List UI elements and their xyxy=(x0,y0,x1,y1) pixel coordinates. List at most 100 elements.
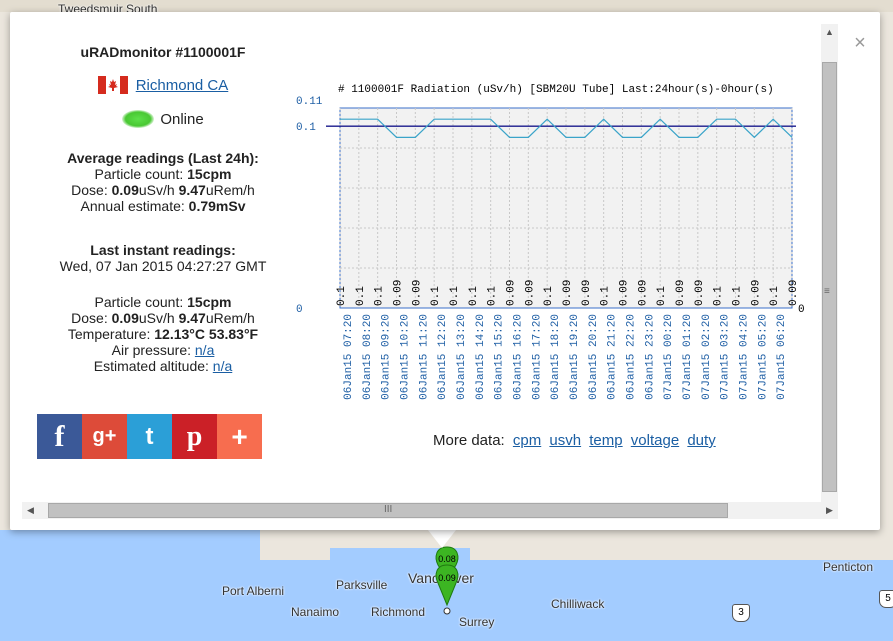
more-data-duty-link[interactable]: duty xyxy=(687,432,715,449)
y-tick-label: 0.11 xyxy=(296,96,323,108)
avg-particle-label: Particle count: xyxy=(94,166,188,182)
map-label: Port Alberni xyxy=(222,584,285,598)
close-button[interactable]: × xyxy=(851,33,869,53)
data-label: 0.1 xyxy=(374,286,386,306)
last-dose-urem-unit: uRem/h xyxy=(205,310,255,326)
twitter-share-button[interactable]: t xyxy=(127,414,172,459)
more-data: More data: cpm usvh temp voltage duty xyxy=(433,432,716,449)
last-particle-label: Particle count: xyxy=(94,294,188,310)
data-label: 0.09 xyxy=(393,280,405,306)
location-link[interactable]: Richmond CA xyxy=(136,77,229,94)
more-data-cpm-link[interactable]: cpm xyxy=(513,432,541,449)
x-tick-label: 07Jan15 04:20 xyxy=(739,314,751,400)
highway-shield: 5 xyxy=(879,590,893,608)
last-dose-usv-unit: uSv/h xyxy=(138,310,179,326)
x-tick-label: 07Jan15 05:20 xyxy=(757,314,769,400)
device-info: uRADmonitor #1100001F Richmond CA Online… xyxy=(28,42,298,374)
last-dose-usv: 0.09 xyxy=(111,310,139,326)
data-label: 0.09 xyxy=(750,280,762,306)
more-share-button[interactable]: + xyxy=(217,414,262,459)
map-water xyxy=(0,530,260,570)
highway-shield: 3 xyxy=(732,604,750,622)
info-popup: × uRADmonitor #1100001F Richmond CA Onli… xyxy=(10,12,880,530)
x-tick-label: 06Jan15 19:20 xyxy=(569,314,581,400)
more-data-label: More data: xyxy=(433,432,505,449)
vertical-scrollbar[interactable]: ▲ ≡ ▼ xyxy=(821,24,838,519)
x-tick-label: 07Jan15 06:20 xyxy=(776,314,788,400)
x-tick-label: 06Jan15 13:20 xyxy=(456,314,468,400)
data-label: 0.1 xyxy=(713,286,725,306)
last-dose-urem: 9.47 xyxy=(178,310,206,326)
avg-dose-urem: 9.47 xyxy=(178,182,206,198)
altitude-link[interactable]: n/a xyxy=(213,358,232,374)
scroll-left-arrow-icon[interactable]: ◀ xyxy=(22,502,39,519)
data-label: 0.09 xyxy=(524,280,536,306)
data-label: 0.1 xyxy=(769,286,781,306)
map-water xyxy=(0,600,300,641)
data-label: 0.09 xyxy=(619,280,631,306)
last-dose-label: Dose: xyxy=(71,310,112,326)
data-label: 0.09 xyxy=(562,280,574,306)
data-label: 0.1 xyxy=(732,286,744,306)
scroll-right-arrow-icon[interactable]: ▶ xyxy=(821,502,838,519)
x-tick-label: 06Jan15 10:20 xyxy=(400,314,412,400)
x-tick-label: 06Jan15 22:20 xyxy=(626,314,638,400)
data-label: 0.09 xyxy=(637,280,649,306)
facebook-share-button[interactable]: f xyxy=(37,414,82,459)
x-tick-label: 06Jan15 09:20 xyxy=(381,314,393,400)
temp-c: 12.13°C xyxy=(154,326,206,342)
x-tick-label: 06Jan15 08:20 xyxy=(362,314,374,400)
last-readings: Last instant readings: Wed, 07 Jan 2015 … xyxy=(28,242,298,274)
map-marker[interactable]: 0.08 0.09 xyxy=(432,545,462,617)
status-led-icon xyxy=(122,110,155,128)
x-tick-label: 06Jan15 07:20 xyxy=(343,314,355,400)
x-tick-label: 07Jan15 01:20 xyxy=(682,314,694,400)
x-tick-label: 06Jan15 17:20 xyxy=(531,314,543,400)
status-text: Online xyxy=(160,110,204,128)
googleplus-share-button[interactable]: g+ xyxy=(82,414,127,459)
data-label: 0.09 xyxy=(411,280,423,306)
social-share-bar: f g+ t p + xyxy=(37,414,262,459)
horizontal-scrollbar[interactable]: ◀ III ▶ xyxy=(22,502,838,519)
data-label: 0.1 xyxy=(355,286,367,306)
data-label: 0.1 xyxy=(656,286,668,306)
avg-dose-usv: 0.09 xyxy=(111,182,139,198)
pinterest-share-button[interactable]: p xyxy=(172,414,217,459)
y-tick-label: 0.1 xyxy=(296,122,316,134)
horizontal-grip-icon: III xyxy=(384,504,393,515)
x-tick-label: 06Jan15 14:20 xyxy=(475,314,487,400)
vertical-scroll-thumb[interactable] xyxy=(822,62,837,492)
data-label: 0.1 xyxy=(430,286,442,306)
avg-particle-value: 15cpm xyxy=(187,166,232,182)
x-tick-label: 06Jan15 15:20 xyxy=(494,314,506,400)
avg-dose-usv-unit: uSv/h xyxy=(138,182,179,198)
data-label: 0.09 xyxy=(788,280,800,306)
canada-flag-icon xyxy=(97,76,128,94)
temp-label: Temperature: xyxy=(67,326,155,342)
avg-heading: Average readings (Last 24h): xyxy=(67,150,259,166)
x-tick-label: 06Jan15 11:20 xyxy=(418,314,430,400)
pressure-link[interactable]: n/a xyxy=(195,342,214,358)
last-particle-value: 15cpm xyxy=(187,294,232,310)
more-data-usvh-link[interactable]: usvh xyxy=(549,432,581,449)
scroll-up-arrow-icon[interactable]: ▲ xyxy=(821,24,838,41)
data-label: 0.09 xyxy=(581,280,593,306)
chart-title: # 1100001F Radiation (uSv/h) [SBM20U Tub… xyxy=(338,84,774,96)
data-label: 0.1 xyxy=(543,286,555,306)
x-tick-label: 06Jan15 23:20 xyxy=(644,314,656,400)
x-end-label: 0 xyxy=(798,304,805,316)
temp-f: 53.83°F xyxy=(208,326,259,342)
annual-label: Annual estimate: xyxy=(80,198,189,214)
data-label: 0.1 xyxy=(468,286,480,306)
data-label: 0.09 xyxy=(694,280,706,306)
more-data-temp-link[interactable]: temp xyxy=(589,432,622,449)
location-row: Richmond CA xyxy=(28,76,298,94)
radiation-chart: # 1100001F Radiation (uSv/h) [SBM20U Tub… xyxy=(296,84,805,400)
device-title: uRADmonitor #1100001F xyxy=(80,44,246,60)
altitude-label: Estimated altitude: xyxy=(93,358,213,374)
map-label: Surrey xyxy=(459,615,495,629)
x-tick-label: 07Jan15 03:20 xyxy=(720,314,732,400)
x-tick-label: 06Jan15 12:20 xyxy=(437,314,449,400)
more-data-voltage-link[interactable]: voltage xyxy=(631,432,679,449)
data-label: 0.1 xyxy=(336,286,348,306)
